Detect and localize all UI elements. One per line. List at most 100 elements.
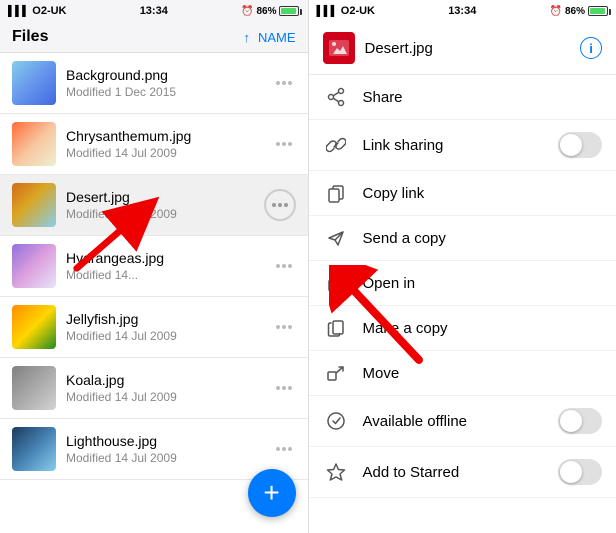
menu-header: Desert.jpg i (309, 22, 616, 75)
star-icon (323, 462, 349, 482)
link-sharing-label: Link sharing (363, 137, 559, 154)
copy-link-icon (323, 183, 349, 203)
file-info: Jellyfish.jpg Modified 14 Jul 2009 (66, 311, 272, 343)
battery-percent-left: 86% (256, 6, 276, 17)
file-info: Background.png Modified 1 Dec 2015 (66, 67, 272, 99)
alarm-icon: ⏰ (241, 6, 253, 17)
info-button[interactable]: i (580, 37, 602, 59)
menu-list: Share Link sharing Copy link (309, 75, 616, 533)
carrier-name: O2-UK (32, 5, 66, 17)
make-copy-icon (323, 318, 349, 338)
file-meta: Modified 14 Jul 2009 (66, 207, 264, 221)
menu-filename: Desert.jpg (365, 40, 581, 57)
right-panel: ▌▌▌ O2-UK 13:34 ⏰ 86% Desert.jpg i (309, 0, 616, 533)
available-offline-label: Available offline (363, 413, 559, 430)
list-item[interactable]: Koala.jpg Modified 14 Jul 2009 (0, 358, 308, 419)
file-name: Jellyfish.jpg (66, 311, 272, 327)
add-starred-toggle[interactable] (558, 459, 602, 485)
carrier-name-right: O2-UK (341, 5, 375, 17)
list-item[interactable]: Chrysanthemum.jpg Modified 14 Jul 2009 (0, 114, 308, 175)
file-name: Lighthouse.jpg (66, 433, 272, 449)
left-panel: ▌▌▌ O2-UK 13:34 ⏰ 86% Files ↑ NAME Backg… (0, 0, 308, 533)
menu-item-link-sharing[interactable]: Link sharing (309, 120, 616, 171)
available-offline-toggle[interactable] (558, 408, 602, 434)
battery-percent-right: 86% (565, 6, 585, 17)
status-bar-left: ▌▌▌ O2-UK 13:34 ⏰ 86% (0, 0, 308, 22)
send-copy-icon (323, 228, 349, 248)
list-item-desert[interactable]: Desert.jpg Modified 14 Jul 2009 (0, 175, 308, 236)
file-info: Desert.jpg Modified 14 Jul 2009 (66, 189, 264, 221)
link-icon (323, 135, 349, 155)
open-in-icon (323, 273, 349, 293)
file-name: Desert.jpg (66, 189, 264, 205)
send-copy-label: Send a copy (363, 230, 603, 247)
file-name: Background.png (66, 67, 272, 83)
file-meta: Modified 14 Jul 2009 (66, 451, 272, 465)
signal-bars-right: ▌▌▌ (317, 6, 338, 17)
menu-item-open-in[interactable]: Open in (309, 261, 616, 306)
file-more-circle-button[interactable] (264, 189, 296, 221)
file-thumbnail (12, 61, 56, 105)
upload-icon[interactable]: ↑ (243, 30, 250, 45)
file-info: Chrysanthemum.jpg Modified 14 Jul 2009 (66, 128, 272, 160)
file-name: Koala.jpg (66, 372, 272, 388)
copy-link-label: Copy link (363, 185, 603, 202)
battery-fill-right (590, 8, 605, 14)
menu-item-copy-link[interactable]: Copy link (309, 171, 616, 216)
sort-button[interactable]: NAME (258, 30, 296, 45)
menu-item-share[interactable]: Share (309, 75, 616, 120)
file-more-button[interactable] (272, 443, 296, 455)
file-thumbnail (12, 244, 56, 288)
file-name: Chrysanthemum.jpg (66, 128, 272, 144)
file-meta: Modified 1 Dec 2015 (66, 85, 272, 99)
carrier-signal: ▌▌▌ O2-UK (8, 5, 67, 17)
battery-icon-right (588, 6, 608, 16)
file-meta: Modified 14 Jul 2009 (66, 329, 272, 343)
battery-icon-left (279, 6, 299, 16)
file-meta: Modified 14 Jul 2009 (66, 146, 272, 160)
menu-item-starred[interactable]: Add to Starred (309, 447, 616, 498)
share-icon (323, 87, 349, 107)
file-more-button[interactable] (272, 382, 296, 394)
move-icon (323, 363, 349, 383)
list-item[interactable]: Hydrangeas.jpg Modified 14... (0, 236, 308, 297)
file-info: Koala.jpg Modified 14 Jul 2009 (66, 372, 272, 404)
file-type-icon (323, 32, 355, 64)
file-more-button[interactable] (272, 138, 296, 150)
file-info: Lighthouse.jpg Modified 14 Jul 2009 (66, 433, 272, 465)
add-fab-button[interactable]: + (248, 469, 296, 517)
list-item[interactable]: Jellyfish.jpg Modified 14 Jul 2009 (0, 297, 308, 358)
add-starred-label: Add to Starred (363, 464, 559, 481)
files-title: Files (12, 28, 48, 46)
share-label: Share (363, 89, 603, 106)
menu-item-make-copy[interactable]: Make a copy (309, 306, 616, 351)
menu-item-move[interactable]: Move (309, 351, 616, 396)
file-more-button[interactable] (272, 77, 296, 89)
menu-item-send-copy[interactable]: Send a copy (309, 216, 616, 261)
signal-bars: ▌▌▌ (8, 6, 29, 17)
file-more-button[interactable] (272, 260, 296, 272)
files-header: Files ↑ NAME (0, 22, 308, 53)
file-list: Background.png Modified 1 Dec 2015 Chrys… (0, 53, 308, 533)
time-left: 13:34 (140, 5, 168, 17)
menu-item-available-offline[interactable]: Available offline (309, 396, 616, 447)
make-copy-label: Make a copy (363, 320, 603, 337)
file-meta: Modified 14 Jul 2009 (66, 390, 272, 404)
battery-status-left: ⏰ 86% (241, 6, 299, 17)
battery-fill-left (281, 8, 296, 14)
carrier-signal-right: ▌▌▌ O2-UK (317, 5, 376, 17)
open-in-label: Open in (363, 275, 603, 292)
alarm-icon-right: ⏰ (550, 6, 562, 17)
offline-icon (323, 411, 349, 431)
file-thumbnail (12, 305, 56, 349)
file-name: Hydrangeas.jpg (66, 250, 272, 266)
file-more-button[interactable] (272, 321, 296, 333)
time-right: 13:34 (448, 5, 476, 17)
move-label: Move (363, 365, 603, 382)
link-sharing-toggle[interactable] (558, 132, 602, 158)
file-meta: Modified 14... (66, 268, 272, 282)
file-info: Hydrangeas.jpg Modified 14... (66, 250, 272, 282)
list-item[interactable]: Background.png Modified 1 Dec 2015 (0, 53, 308, 114)
file-thumbnail (12, 122, 56, 166)
battery-right: ⏰ 86% (550, 6, 608, 17)
